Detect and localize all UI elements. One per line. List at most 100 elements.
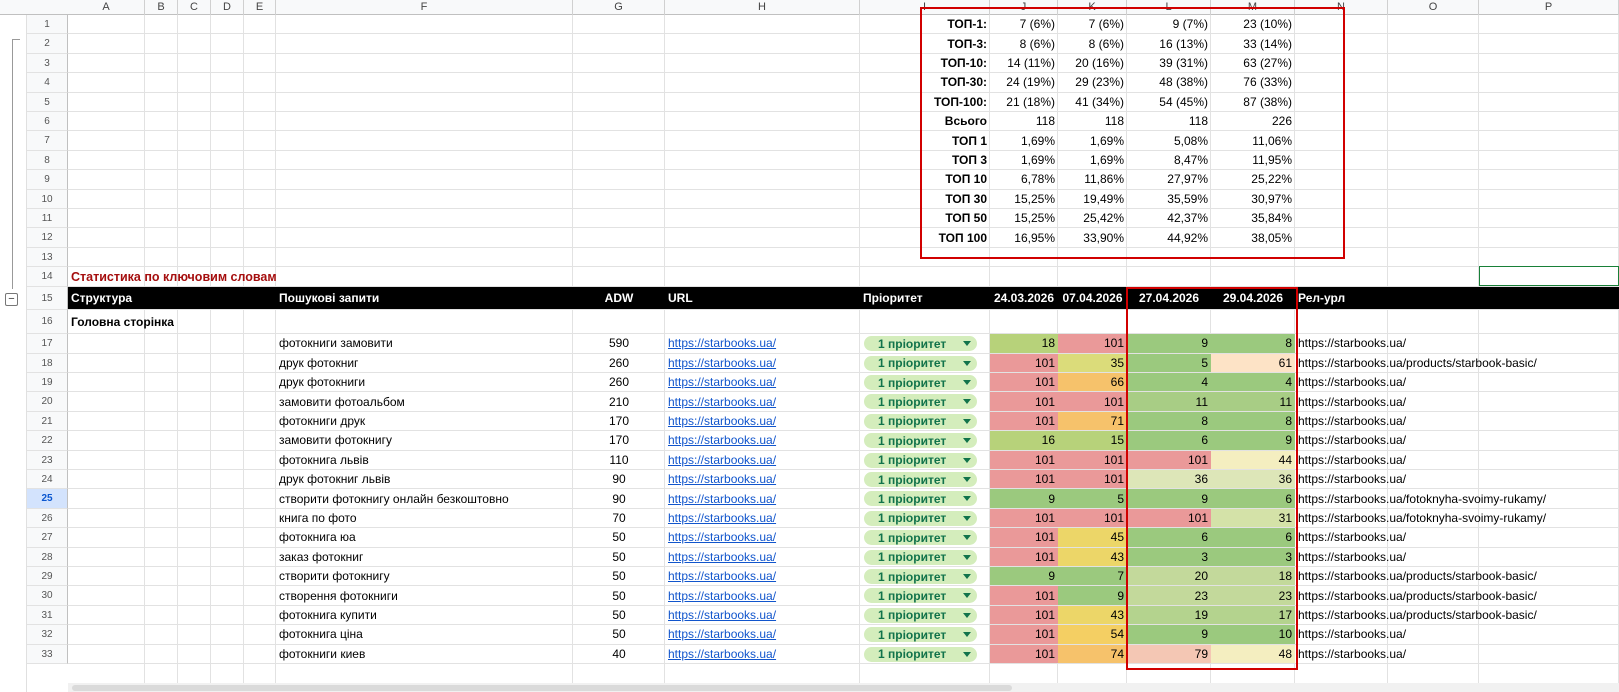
scrollbar-thumb[interactable]	[72, 685, 1012, 691]
column-header-h[interactable]: H	[665, 0, 860, 15]
keyword-cell[interactable]: створення фотокниги	[276, 586, 573, 604]
collapse-group-button[interactable]: −	[5, 293, 18, 306]
url-link[interactable]: https://starbooks.ua/	[665, 586, 860, 604]
row-number[interactable]: 25	[27, 489, 68, 509]
dropdown-arrow-icon[interactable]	[963, 418, 971, 424]
rel-url-cell[interactable]: https://starbooks.ua/	[1295, 645, 1619, 663]
row-number[interactable]: 12	[27, 228, 68, 248]
row-number[interactable]: 16	[27, 310, 68, 335]
keyword-cell[interactable]: фотокниги замовити	[276, 334, 573, 352]
column-header-b[interactable]: B	[145, 0, 178, 15]
position-date-1[interactable]: 101	[990, 470, 1058, 489]
position-date-1[interactable]: 18	[990, 334, 1058, 353]
position-date-1[interactable]: 101	[990, 528, 1058, 547]
header-priority[interactable]: Пріоритет	[860, 287, 990, 309]
column-header-d[interactable]: D	[211, 0, 244, 15]
dropdown-arrow-icon[interactable]	[963, 651, 971, 657]
adw-cell[interactable]: 50	[573, 625, 665, 643]
dropdown-arrow-icon[interactable]	[963, 515, 971, 521]
column-header-c[interactable]: C	[178, 0, 211, 15]
rel-url-cell[interactable]: https://starbooks.ua/fotoknyha-svoimy-ru…	[1295, 489, 1619, 507]
row-number[interactable]: 8	[27, 150, 68, 171]
keyword-cell[interactable]: друк фотокниг львів	[276, 470, 573, 488]
rel-url-cell[interactable]: https://starbooks.ua/	[1295, 392, 1619, 410]
row-number[interactable]: 6	[27, 112, 68, 132]
position-date-2[interactable]: 5	[1058, 489, 1127, 508]
adw-cell[interactable]: 590	[573, 334, 665, 352]
position-date-1[interactable]: 101	[990, 644, 1058, 663]
position-date-2[interactable]: 101	[1058, 392, 1127, 411]
adw-cell[interactable]: 50	[573, 606, 665, 624]
row-number[interactable]: 20	[27, 392, 68, 412]
group-title[interactable]: Головна сторінка	[68, 310, 276, 333]
dropdown-arrow-icon[interactable]	[963, 477, 971, 482]
keyword-cell[interactable]: фотокниги друк	[276, 412, 573, 430]
rel-url-cell[interactable]: https://starbooks.ua/fotoknyha-svoimy-ru…	[1295, 509, 1619, 527]
priority-dropdown[interactable]: 1 пріоритет	[864, 569, 977, 584]
header-rel-url[interactable]: Рел-урл	[1295, 287, 1479, 309]
url-link[interactable]: https://starbooks.ua/	[665, 548, 860, 566]
column-header-p[interactable]: P	[1479, 0, 1619, 15]
priority-dropdown[interactable]: 1 пріоритет	[864, 607, 977, 623]
priority-dropdown[interactable]: 1 пріоритет	[864, 510, 977, 526]
dropdown-arrow-icon[interactable]	[963, 496, 971, 502]
priority-dropdown[interactable]: 1 пріоритет	[864, 646, 977, 662]
position-date-2[interactable]: 9	[1058, 586, 1127, 605]
position-date-1[interactable]: 9	[990, 567, 1058, 586]
rel-url-cell[interactable]: https://starbooks.ua/	[1295, 528, 1619, 546]
adw-cell[interactable]: 110	[573, 451, 665, 469]
rel-url-cell[interactable]: https://starbooks.ua/	[1295, 334, 1619, 352]
row-number[interactable]: 29	[27, 567, 68, 587]
keyword-cell[interactable]: друк фотокниг	[276, 354, 573, 372]
priority-dropdown[interactable]: 1 пріоритет	[864, 394, 977, 410]
header-date-2[interactable]: 07.04.2026	[1058, 287, 1127, 309]
rel-url-cell[interactable]: https://starbooks.ua/products/starbook-b…	[1295, 606, 1619, 624]
keyword-cell[interactable]: фотокнига львів	[276, 451, 573, 469]
position-date-2[interactable]: 71	[1058, 411, 1127, 431]
dropdown-arrow-icon[interactable]	[963, 554, 971, 560]
row-number[interactable]: 1	[27, 15, 68, 35]
url-link[interactable]: https://starbooks.ua/	[665, 392, 860, 410]
row-number[interactable]: 11	[27, 209, 68, 229]
keyword-cell[interactable]: замовити фотоальбом	[276, 392, 573, 410]
column-header-f[interactable]: F	[276, 0, 573, 15]
row-number[interactable]: 5	[27, 92, 68, 112]
rel-url-cell[interactable]: https://starbooks.ua/	[1295, 431, 1619, 449]
row-number[interactable]: 10	[27, 189, 68, 209]
row-number[interactable]: 32	[27, 625, 68, 645]
url-link[interactable]: https://starbooks.ua/	[665, 489, 860, 507]
row-number[interactable]: 15	[27, 287, 68, 311]
keyword-cell[interactable]: книга по фото	[276, 509, 573, 527]
priority-dropdown[interactable]: 1 пріоритет	[864, 355, 977, 371]
rel-url-cell[interactable]: https://starbooks.ua/	[1295, 373, 1619, 391]
priority-dropdown[interactable]: 1 пріоритет	[864, 472, 977, 487]
url-link[interactable]: https://starbooks.ua/	[665, 412, 860, 430]
row-number[interactable]: 13	[27, 247, 68, 268]
section-title[interactable]: Статистика по ключовим словам	[68, 267, 468, 286]
header-structure[interactable]: Структура	[68, 287, 276, 309]
row-number[interactable]: 27	[27, 528, 68, 548]
dropdown-arrow-icon[interactable]	[963, 341, 971, 347]
adw-cell[interactable]: 170	[573, 431, 665, 449]
dropdown-arrow-icon[interactable]	[963, 574, 971, 579]
priority-dropdown[interactable]: 1 пріоритет	[864, 627, 977, 643]
priority-dropdown[interactable]: 1 пріоритет	[864, 452, 977, 468]
row-number[interactable]: 28	[27, 547, 68, 567]
position-date-1[interactable]: 101	[990, 547, 1058, 566]
rel-url-cell[interactable]: https://starbooks.ua/	[1295, 470, 1619, 488]
position-date-2[interactable]: 54	[1058, 625, 1127, 644]
position-date-1[interactable]: 101	[990, 411, 1058, 431]
dropdown-arrow-icon[interactable]	[963, 632, 971, 638]
row-number[interactable]: 4	[27, 73, 68, 93]
adw-cell[interactable]: 70	[573, 509, 665, 527]
position-date-2[interactable]: 15	[1058, 431, 1127, 450]
position-date-1[interactable]: 101	[990, 605, 1058, 625]
rel-url-cell[interactable]: https://starbooks.ua/products/starbook-b…	[1295, 354, 1619, 372]
position-date-2[interactable]: 66	[1058, 373, 1127, 392]
position-date-1[interactable]: 9	[990, 489, 1058, 508]
position-date-1[interactable]: 101	[990, 508, 1058, 528]
priority-dropdown[interactable]: 1 пріоритет	[864, 375, 977, 390]
row-number[interactable]: 26	[27, 508, 68, 529]
url-link[interactable]: https://starbooks.ua/	[665, 528, 860, 546]
priority-dropdown[interactable]: 1 пріоритет	[864, 413, 977, 429]
